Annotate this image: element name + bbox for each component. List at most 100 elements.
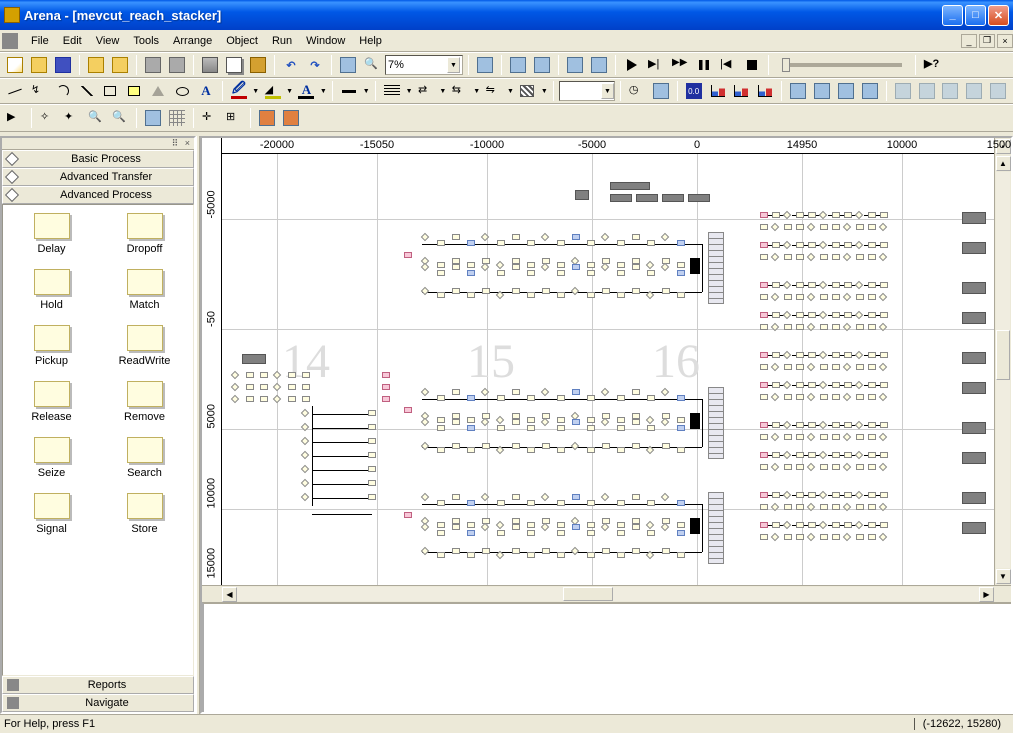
context-help-button[interactable]: ▶? [921,54,943,76]
vertical-scrollbar[interactable]: ▪ ▲ ▼ [994,138,1011,585]
step-button[interactable]: ▶| [645,54,667,76]
check-button[interactable] [531,54,553,76]
layers-button[interactable] [337,54,359,76]
glue2-button[interactable] [280,107,302,129]
zoom-in-button[interactable]: 🔍 [85,107,107,129]
zoom-tool-button[interactable]: 🔍 [361,54,383,76]
print-button[interactable] [142,54,164,76]
brush-color[interactable]: 🖉 [228,80,250,102]
v-scroll-thumb[interactable] [996,330,1010,380]
fill-color[interactable]: ◢ [262,80,284,102]
mdi-minimize[interactable]: _ [961,34,977,48]
h-scroll-thumb[interactable] [563,587,613,601]
scroll-up[interactable]: ▲ [996,156,1011,171]
text-color[interactable]: A [296,80,318,102]
category-basic-process[interactable]: Basic Process [2,150,194,168]
opt4-button[interactable] [963,80,985,102]
line-tool[interactable] [4,80,26,102]
fillbox-tool[interactable] [123,80,145,102]
polygon-tool[interactable] [147,80,169,102]
pause-button[interactable] [693,54,715,76]
fastforward-button[interactable]: ▶▶ [669,54,691,76]
redo-button[interactable]: ↷ [304,54,326,76]
start-over-button[interactable]: |◀ [717,54,739,76]
open-button[interactable] [28,54,50,76]
minimize-button[interactable]: _ [942,5,963,26]
polyline-tool[interactable]: ↯ [28,80,50,102]
ls-dd[interactable]: ▼ [405,88,413,95]
module-signal[interactable]: Signal [22,493,82,535]
new-button[interactable] [4,54,26,76]
text-tool[interactable]: A [195,80,217,102]
speed-slider[interactable] [782,63,902,67]
fill-dd[interactable]: ▼ [286,88,294,95]
ruler-button[interactable] [142,107,164,129]
zoom-out-button[interactable]: 🔍 [109,107,131,129]
lw-dd[interactable]: ▼ [362,88,370,95]
variable-button[interactable]: 0.0 [683,80,705,102]
cut-button[interactable] [199,54,221,76]
print-preview-button[interactable] [166,54,188,76]
level-button[interactable] [707,80,729,102]
connect-button[interactable] [474,54,496,76]
go-button[interactable] [621,54,643,76]
undo-button[interactable]: ↶ [280,54,302,76]
menu-object[interactable]: Object [219,33,265,49]
grid-button[interactable] [166,107,188,129]
submodel-button[interactable] [507,54,529,76]
maximize-button[interactable]: □ [965,5,986,26]
stop-button[interactable] [741,54,763,76]
module-hold[interactable]: Hold [22,269,82,311]
mdi-restore[interactable]: ❐ [979,34,995,48]
scroll-down[interactable]: ▼ [996,569,1011,584]
menu-edit[interactable]: Edit [56,33,89,49]
global-button[interactable] [859,80,881,102]
pattern-fill[interactable] [517,80,539,102]
linewidth[interactable] [338,80,360,102]
module-store[interactable]: Store [115,493,175,535]
output-analyzer-button[interactable] [588,54,610,76]
panel-close-icon[interactable]: ⠿ × [172,138,192,149]
document-icon[interactable] [2,33,18,49]
menu-file[interactable]: File [24,33,56,49]
fh-dd[interactable]: ▼ [507,88,515,95]
module-readwrite[interactable]: ReadWrite [115,325,175,367]
attach-button[interactable] [85,54,107,76]
navigate-button[interactable]: Navigate [2,694,194,712]
module-dropoff[interactable]: Dropoff [115,213,175,255]
module-pickup[interactable]: Pickup [22,325,82,367]
brush-dd[interactable]: ▼ [252,88,260,95]
date-button[interactable] [650,80,672,102]
as-dd[interactable]: ▼ [439,88,447,95]
canvas[interactable]: 141516 [222,154,994,585]
menu-tools[interactable]: Tools [126,33,166,49]
module-search[interactable]: Search [115,437,175,479]
snap-button[interactable]: ✛ [199,107,221,129]
module-release[interactable]: Release [22,381,82,423]
flip-h[interactable]: ⇋ [483,80,505,102]
opt2-button[interactable] [916,80,938,102]
text-dd[interactable]: ▼ [319,88,327,95]
module-remove[interactable]: Remove [115,381,175,423]
storage-button[interactable] [811,80,833,102]
bezier-tool[interactable] [76,80,98,102]
copy-button[interactable] [223,54,245,76]
goto-dd[interactable]: ▼ [601,83,614,99]
as2-dd[interactable]: ▼ [473,88,481,95]
speed-thumb[interactable] [782,58,790,72]
arrow-style2[interactable]: ⇆ [449,80,471,102]
goto-combo[interactable]: ▼ [559,81,615,101]
pf-dd[interactable]: ▼ [540,88,548,95]
queue-button[interactable] [787,80,809,102]
plot-button[interactable] [754,80,776,102]
scroll-left[interactable]: ◀ [222,587,237,602]
module-delay[interactable]: Delay [22,213,82,255]
glue-button[interactable] [256,107,278,129]
menu-window[interactable]: Window [299,33,352,49]
zoom-dropdown[interactable]: ▼ [447,57,460,73]
category-advanced-process[interactable]: Advanced Process [2,186,194,204]
category-advanced-transfer[interactable]: Advanced Transfer [2,168,194,186]
resource-button[interactable] [835,80,857,102]
mdi-close[interactable]: × [997,34,1013,48]
histogram-button[interactable] [730,80,752,102]
